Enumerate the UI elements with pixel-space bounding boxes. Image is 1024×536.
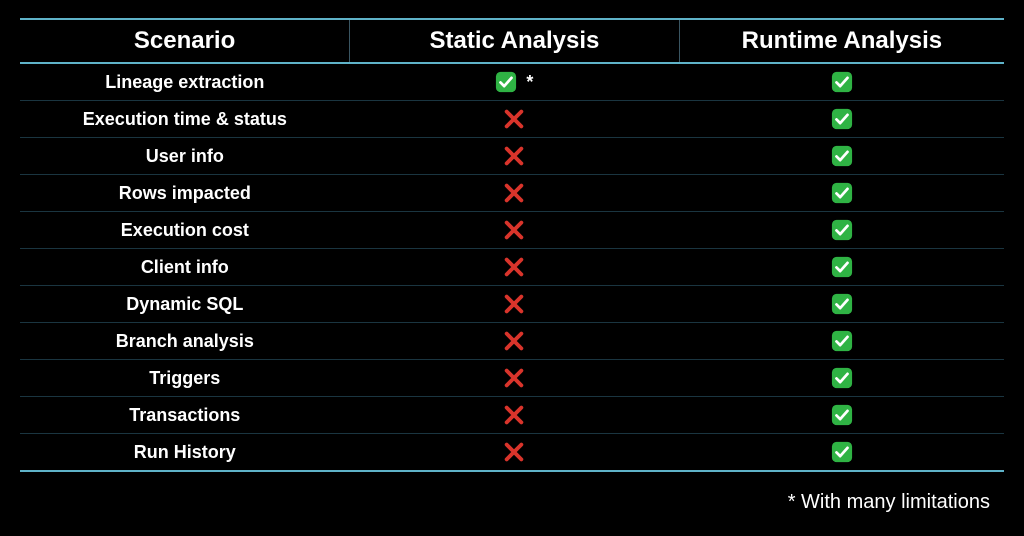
check-icon bbox=[495, 70, 517, 92]
note-marker: * bbox=[521, 72, 533, 92]
table-row: Execution cost bbox=[20, 212, 1004, 249]
table-row: Triggers bbox=[20, 360, 1004, 397]
table-row: Transactions bbox=[20, 397, 1004, 434]
runtime-cell bbox=[679, 101, 1004, 138]
header-runtime: Runtime Analysis bbox=[679, 19, 1004, 63]
scenario-cell: Rows impacted bbox=[20, 175, 350, 212]
cross-icon bbox=[503, 107, 525, 129]
table-row: Rows impacted bbox=[20, 175, 1004, 212]
check-icon bbox=[831, 70, 853, 92]
static-cell bbox=[350, 138, 680, 175]
runtime-cell bbox=[679, 323, 1004, 360]
cross-icon bbox=[503, 329, 525, 351]
scenario-cell: Lineage extraction bbox=[20, 63, 350, 101]
table-row: Lineage extraction * bbox=[20, 63, 1004, 101]
cross-icon bbox=[503, 366, 525, 388]
scenario-cell: Client info bbox=[20, 249, 350, 286]
table-row: Dynamic SQL bbox=[20, 286, 1004, 323]
header-scenario: Scenario bbox=[20, 19, 350, 63]
check-icon bbox=[831, 366, 853, 388]
scenario-cell: Dynamic SQL bbox=[20, 286, 350, 323]
scenario-cell: Run History bbox=[20, 434, 350, 472]
table-row: Execution time & status bbox=[20, 101, 1004, 138]
cross-icon bbox=[503, 144, 525, 166]
static-cell: * bbox=[350, 63, 680, 101]
check-icon bbox=[831, 292, 853, 314]
header-row: Scenario Static Analysis Runtime Analysi… bbox=[20, 19, 1004, 63]
scenario-cell: User info bbox=[20, 138, 350, 175]
cross-icon bbox=[503, 218, 525, 240]
check-icon bbox=[831, 255, 853, 277]
runtime-cell bbox=[679, 138, 1004, 175]
scenario-cell: Branch analysis bbox=[20, 323, 350, 360]
check-icon bbox=[831, 403, 853, 425]
table-row: Run History bbox=[20, 434, 1004, 472]
static-cell bbox=[350, 397, 680, 434]
runtime-cell bbox=[679, 286, 1004, 323]
check-icon bbox=[831, 107, 853, 129]
footnote: * With many limitations bbox=[788, 491, 990, 514]
runtime-cell bbox=[679, 360, 1004, 397]
cross-icon bbox=[503, 292, 525, 314]
comparison-table: Scenario Static Analysis Runtime Analysi… bbox=[20, 18, 1004, 472]
cross-icon bbox=[503, 440, 525, 462]
check-icon bbox=[831, 144, 853, 166]
check-icon bbox=[831, 440, 853, 462]
runtime-cell bbox=[679, 434, 1004, 472]
static-cell bbox=[350, 212, 680, 249]
table-row: Branch analysis bbox=[20, 323, 1004, 360]
static-cell bbox=[350, 434, 680, 472]
cross-icon bbox=[503, 403, 525, 425]
table-row: User info bbox=[20, 138, 1004, 175]
scenario-cell: Execution time & status bbox=[20, 101, 350, 138]
scenario-cell: Execution cost bbox=[20, 212, 350, 249]
check-icon bbox=[831, 329, 853, 351]
static-cell bbox=[350, 249, 680, 286]
runtime-cell bbox=[679, 212, 1004, 249]
static-cell bbox=[350, 175, 680, 212]
static-cell bbox=[350, 101, 680, 138]
static-cell bbox=[350, 286, 680, 323]
static-cell bbox=[350, 360, 680, 397]
cross-icon bbox=[503, 181, 525, 203]
scenario-cell: Transactions bbox=[20, 397, 350, 434]
check-icon bbox=[831, 181, 853, 203]
cross-icon bbox=[503, 255, 525, 277]
table-body: Lineage extraction *Execution time & sta… bbox=[20, 63, 1004, 471]
static-cell bbox=[350, 323, 680, 360]
scenario-cell: Triggers bbox=[20, 360, 350, 397]
check-icon bbox=[831, 218, 853, 240]
header-static: Static Analysis bbox=[350, 19, 680, 63]
runtime-cell bbox=[679, 63, 1004, 101]
table-row: Client info bbox=[20, 249, 1004, 286]
runtime-cell bbox=[679, 175, 1004, 212]
runtime-cell bbox=[679, 249, 1004, 286]
runtime-cell bbox=[679, 397, 1004, 434]
